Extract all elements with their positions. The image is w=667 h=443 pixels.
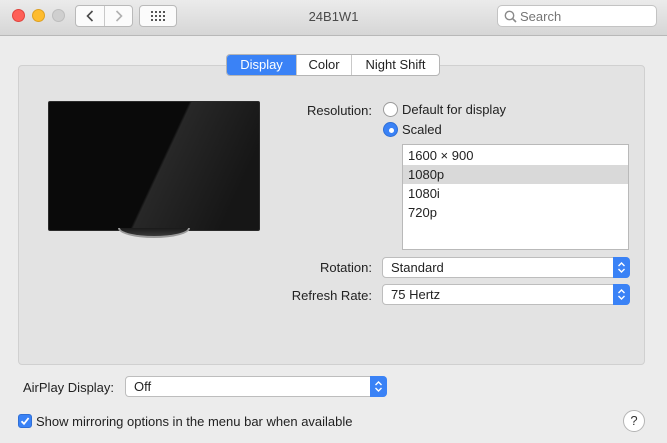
list-item[interactable]: 1600 × 900 <box>403 146 628 165</box>
resolution-label: Resolution: <box>306 103 372 118</box>
tab-bar: Display Color Night Shift <box>226 54 440 76</box>
help-button[interactable]: ? <box>623 410 645 432</box>
airplay-value: Off <box>134 379 152 394</box>
title-bar: 24B1W1 <box>0 0 667 36</box>
resolution-list[interactable]: 1600 × 900 1080p 1080i 720p <box>402 144 629 250</box>
rotation-select[interactable]: Standard <box>382 257 630 278</box>
search-icon <box>504 10 517 23</box>
list-item-selected[interactable]: 1080p <box>403 165 628 184</box>
radio-button-selected[interactable] <box>383 122 398 137</box>
search-field[interactable] <box>497 5 657 27</box>
radio-label: Scaled <box>402 122 442 137</box>
list-item[interactable]: 1080i <box>403 184 628 203</box>
rotation-label: Rotation: <box>319 260 372 275</box>
checkmark-icon <box>20 417 30 426</box>
tab-night-shift[interactable]: Night Shift <box>351 55 439 75</box>
radio-scaled[interactable]: Scaled <box>383 122 442 137</box>
list-item[interactable]: 720p <box>403 203 628 222</box>
tab-color[interactable]: Color <box>296 55 351 75</box>
stepper-icon <box>370 376 387 397</box>
refresh-rate-label: Refresh Rate: <box>291 288 372 303</box>
airplay-select[interactable]: Off <box>125 376 387 397</box>
stepper-icon <box>613 284 630 305</box>
airplay-label: AirPlay Display: <box>23 380 115 395</box>
radio-default-for-display[interactable]: Default for display <box>383 102 506 117</box>
tab-display[interactable]: Display <box>227 55 296 75</box>
refresh-rate-value: 75 Hertz <box>391 287 441 302</box>
radio-label: Default for display <box>402 102 507 117</box>
mirroring-checkbox[interactable] <box>18 414 32 428</box>
radio-button[interactable] <box>383 102 398 117</box>
display-preview-image <box>48 101 260 231</box>
rotation-value: Standard <box>391 260 444 275</box>
refresh-rate-select[interactable]: 75 Hertz <box>382 284 630 305</box>
mirroring-label[interactable]: Show mirroring options in the menu bar w… <box>36 414 353 429</box>
search-input[interactable] <box>520 8 650 24</box>
stepper-icon <box>613 257 630 278</box>
